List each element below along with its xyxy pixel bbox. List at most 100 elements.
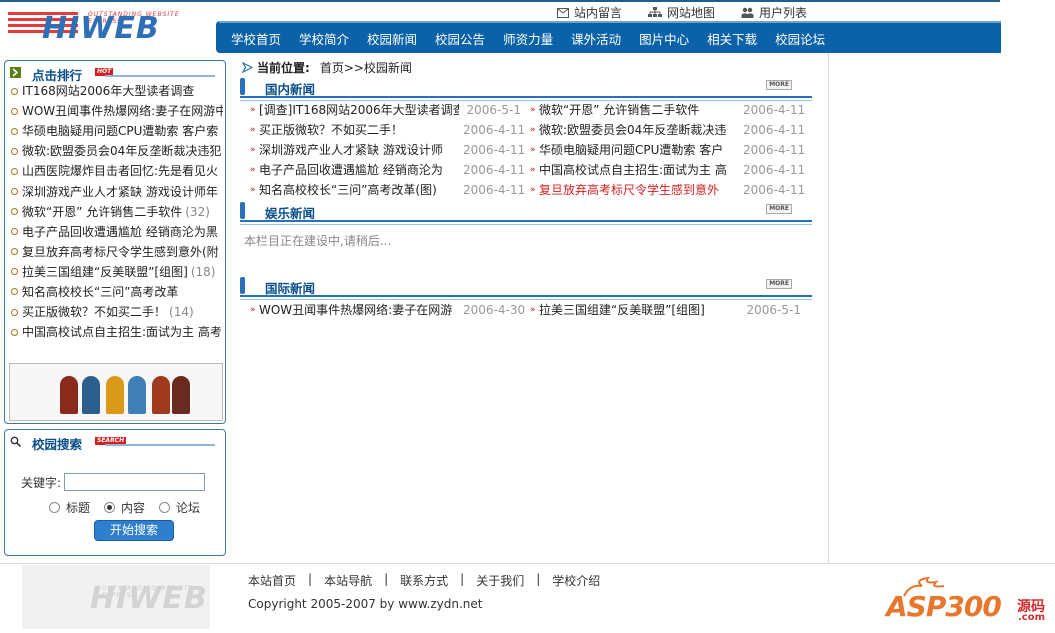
section-bar [240,202,245,219]
search-scope-options: 标题 内容 论坛 [49,499,200,516]
bullet-icon [11,167,18,175]
bullet-icon [11,288,18,296]
bullet-icon [11,127,18,135]
mail-icon [556,7,569,18]
news-row[interactable]: » 中国高校试点自主招生:面试为主 高 2006-4-11 [530,160,805,180]
more-button[interactable]: MORE [766,279,792,289]
top-link-users[interactable]: 用户列表 [741,4,807,21]
list-item[interactable]: 微软“开恩” 允许销售二手软件 (32) [11,202,223,222]
domestic-news-left: » [调查]IT168网站2006年大型读者调查 2006-5-1 » 买正版微软？不… [250,100,525,200]
figures-image [9,363,223,421]
news-row[interactable]: » 买正版微软？不如买二手！ 2006-4-11 [250,120,525,140]
nav-faculty[interactable]: 师资力量 [503,29,553,48]
list-item[interactable]: 知名高校校长“三问”高考改革 [11,282,223,302]
nav-notices[interactable]: 校园公告 [435,29,485,48]
bullet-icon [11,107,18,115]
news-row[interactable]: » 知名高校校长“三问”高考改革(图) 2006-4-11 [250,180,525,200]
list-item[interactable]: 深圳游戏产业人才紧缺 游戏设计师年 [11,181,223,201]
panel-header: 点击排行 HOT [5,61,225,83]
bullet-arrow-icon: » [530,185,536,195]
international-news-right: » 拉美三国组建“反美联盟”[组图] 2006-5-1 [530,300,805,320]
footer-link-school-intro[interactable]: 学校介绍 [540,572,612,589]
news-row[interactable]: » 复旦放弃高考标尺令学生感到意外 2006-4-11 [530,180,805,200]
copyright: Copyright 2005-2007 by www.zydn.net [248,597,483,611]
footer-link-home[interactable]: 本站首页 [248,572,308,589]
watermark-suffix: .com [1018,612,1046,623]
watermark-brand: ASP300 [886,590,1002,623]
more-button[interactable]: MORE [766,204,792,214]
section-domestic-news: 国内新闻 MORE [240,77,812,101]
news-row[interactable]: » [调查]IT168网站2006年大型读者调查 2006-5-1 [250,100,525,120]
nav-about[interactable]: 学校简介 [299,29,349,48]
keyword-row: 关键字: [21,473,206,491]
ranking-list: IT168网站2006年大型读者调查 WOW丑闻事件热爆网络:妻子在网游中 华硕… [11,81,223,342]
top-border [0,0,1000,2]
radio-content[interactable]: 内容 [104,499,145,516]
keyword-input[interactable] [64,473,206,491]
list-item[interactable]: 山西医院爆炸目击者回忆:先是看见火 [11,161,223,181]
nav-downloads[interactable]: 相关下载 [707,29,757,48]
news-row[interactable]: » 华硕电脑疑用问题CPU遭勒索 客户 2006-4-11 [530,140,805,160]
list-item[interactable]: 买正版微软？不如买二手！ (14) [11,302,223,322]
main-nav: 学校首页 学校简介 校园新闻 校园公告 师资力量 课外活动 图片中心 相关下载 … [219,21,1001,53]
bullet-icon [11,147,18,155]
bullet-arrow-icon: » [250,165,256,175]
header-rule [105,75,215,77]
nav-activities[interactable]: 课外活动 [571,29,621,48]
bullet-icon [11,268,18,276]
breadcrumb-path[interactable]: 首页>>校园新闻 [320,59,412,76]
bullet-arrow-icon: » [250,305,256,315]
location-arrow-icon [242,62,253,73]
bullet-arrow-icon: » [530,125,536,135]
list-item[interactable]: 中国高校试点自主招生:面试为主 高考 [11,322,223,342]
nav-forum[interactable]: 校园论坛 [775,29,825,48]
top-link-label: 用户列表 [758,6,807,20]
more-button[interactable]: MORE [766,80,792,90]
nav-campus-news[interactable]: 校园新闻 [367,29,417,48]
news-row[interactable]: » 微软“开恩” 允许销售二手软件 2006-4-11 [530,100,805,120]
footer-links: 本站首页 | 本站导航 | 联系方式 | 关于我们 | 学校介绍 [248,572,612,589]
nav-gallery[interactable]: 图片中心 [639,29,689,48]
section-bar [240,277,245,294]
site-logo[interactable]: OUTSTANDING WEBSITE EXPRESS HIWEB [8,8,208,48]
bullet-arrow-icon: » [250,145,256,155]
top-link-sitemap[interactable]: 网站地图 [647,4,715,21]
footer-link-contact[interactable]: 联系方式 [388,572,460,589]
sitemap-icon [647,7,662,17]
radio-circle[interactable] [104,502,116,513]
footer-divider [0,563,1055,564]
panel-header: 校园搜索 SEARCH [5,430,225,452]
header-rule [105,444,215,446]
bullet-icon [11,228,18,236]
radio-circle[interactable] [159,502,171,513]
nav-home[interactable]: 学校首页 [231,29,281,48]
news-row[interactable]: » WOW丑闻事件热爆网络:妻子在网游 2006-4-30 [250,300,525,320]
search-button[interactable]: 开始搜索 [94,520,174,541]
bullet-icon [11,87,18,95]
domestic-news-right: » 微软“开恩” 允许销售二手软件 2006-4-11 » 微软:欧盟委员会04年反垄… [530,100,805,200]
list-item[interactable]: 复旦放弃高考标尺令学生感到意外(附 [11,242,223,262]
radio-forum[interactable]: 论坛 [159,499,200,516]
news-row[interactable]: » 电子产品回收遭遇尴尬 经销商沦为 2006-4-11 [250,160,525,180]
footer-link-navigation[interactable]: 本站导航 [312,572,384,589]
list-item[interactable]: WOW丑闻事件热爆网络:妻子在网游中 [11,101,223,121]
top-link-message[interactable]: 站内留言 [556,4,622,21]
panel-title: 校园搜索 [32,437,83,452]
list-item[interactable]: 微软:欧盟委员会04年反垄断裁决违犯 [11,141,223,161]
list-item[interactable]: IT168网站2006年大型读者调查 [11,81,223,101]
bullet-arrow-icon: » [530,105,536,115]
search-icon [10,436,21,447]
bullet-icon [11,188,18,196]
keyword-label: 关键字: [21,475,62,490]
list-item[interactable]: 华硕电脑疑用问题CPU遭勒索 客户索 [11,121,223,141]
bullet-icon [11,328,18,336]
footer-logo: OUTSTANDING WEBSITE EXPRESS HIWEB [22,565,210,629]
radio-title[interactable]: 标题 [49,499,90,516]
news-row[interactable]: » 深圳游戏产业人才紧缺 游戏设计师 2006-4-11 [250,140,525,160]
list-item[interactable]: 电子产品回收遭遇尴尬 经销商沦为黑 [11,222,223,242]
list-item[interactable]: 拉美三国组建“反美联盟”[组图] (18) [11,262,223,282]
radio-circle[interactable] [49,502,60,513]
footer-link-about[interactable]: 关于我们 [464,572,536,589]
news-row[interactable]: » 微软:欧盟委员会04年反垄断裁决违 2006-4-11 [530,120,805,140]
news-row[interactable]: » 拉美三国组建“反美联盟”[组图] 2006-5-1 [530,300,805,320]
